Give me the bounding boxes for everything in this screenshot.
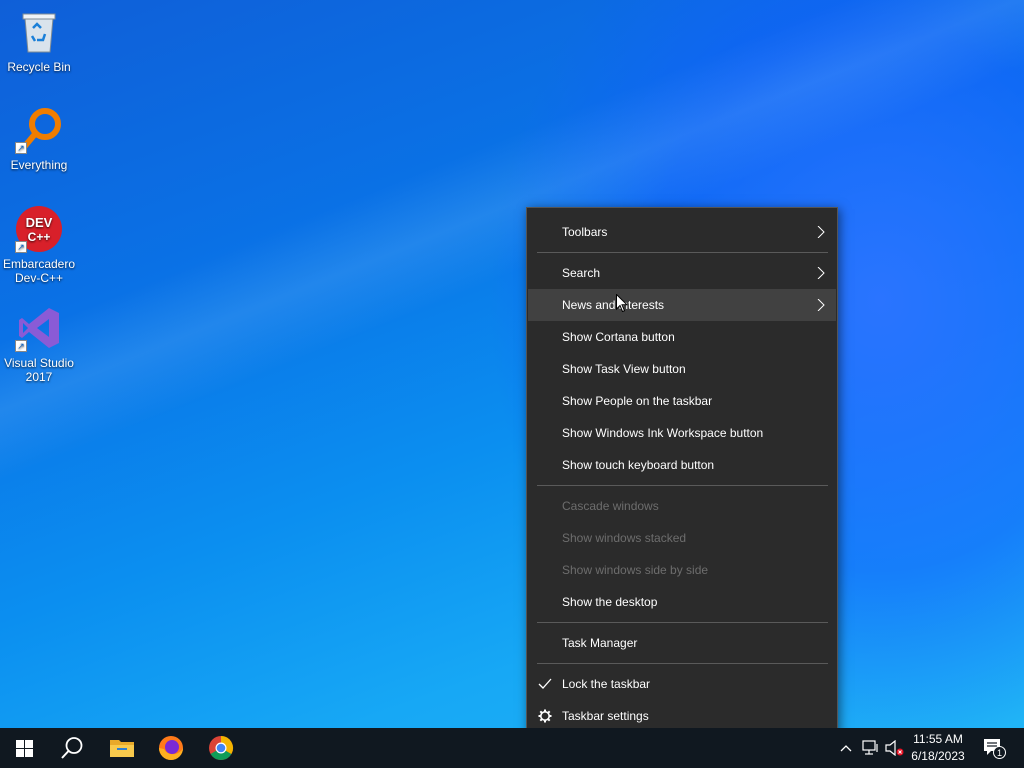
desktop-icon-recycle-bin[interactable]: Recycle Bin — [0, 8, 78, 74]
chrome-button[interactable] — [197, 728, 245, 768]
menu-item-show-people[interactable]: Show People on the taskbar — [528, 385, 836, 417]
chrome-icon — [209, 736, 234, 761]
menu-item-label: Task Manager — [562, 636, 638, 650]
menu-item-show-windows-side-by-side: Show windows side by side — [528, 554, 836, 586]
recycle-bin-icon — [15, 8, 63, 56]
menu-item-label: Show Windows Ink Workspace button — [562, 426, 764, 440]
menu-item-label: Show Task View button — [562, 362, 686, 376]
shortcut-arrow-icon: ↗ — [15, 142, 27, 154]
menu-separator — [537, 622, 828, 623]
chevron-right-icon — [817, 267, 825, 279]
taskbar-context-menu: Toolbars Search News and interests Show … — [526, 207, 838, 741]
desktop-icon-label: Visual Studio 2017 — [4, 356, 74, 384]
menu-item-task-manager[interactable]: Task Manager — [528, 627, 836, 659]
svg-text:C++: C++ — [28, 230, 51, 244]
shortcut-arrow-icon: ↗ — [15, 241, 27, 253]
menu-separator — [537, 485, 828, 486]
menu-item-label: News and interests — [562, 298, 665, 312]
menu-item-label: Show windows stacked — [562, 531, 687, 545]
clock-date: 6/18/2023 — [911, 749, 965, 763]
search-icon — [61, 737, 83, 759]
menu-item-show-the-desktop[interactable]: Show the desktop — [528, 586, 836, 618]
menu-item-lock-the-taskbar[interactable]: Lock the taskbar — [528, 668, 836, 700]
start-button[interactable] — [0, 728, 48, 768]
clock[interactable]: 11:55 AM 6/18/2023 — [900, 731, 976, 765]
visual-studio-icon: ↗ — [15, 304, 63, 352]
mouse-cursor-icon — [616, 294, 628, 313]
desktop-icon-label: Everything — [10, 158, 68, 172]
desktop-icon-label: Embarcadero Dev-C++ — [2, 257, 76, 285]
menu-item-label: Show touch keyboard button — [562, 458, 715, 472]
desktop-icon-everything[interactable]: ↗ Everything — [0, 106, 78, 172]
shortcut-arrow-icon: ↗ — [15, 340, 27, 352]
chevron-right-icon — [817, 299, 825, 311]
menu-item-show-task-view-button[interactable]: Show Task View button — [528, 353, 836, 385]
menu-item-label: Lock the taskbar — [562, 677, 651, 691]
menu-item-label: Cascade windows — [562, 499, 659, 513]
gear-icon — [538, 709, 552, 723]
firefox-button[interactable] — [147, 728, 195, 768]
show-hidden-icons-button[interactable] — [836, 728, 856, 768]
devcpp-icon: DEV C++ ↗ — [15, 205, 63, 253]
menu-item-show-windows-stacked: Show windows stacked — [528, 522, 836, 554]
menu-separator — [537, 663, 828, 664]
everything-search-icon: ↗ — [15, 106, 63, 154]
file-explorer-button[interactable] — [98, 728, 146, 768]
search-button[interactable] — [48, 728, 96, 768]
menu-item-label: Search — [562, 266, 601, 280]
menu-item-cascade-windows: Cascade windows — [528, 490, 836, 522]
checkmark-icon — [538, 678, 552, 689]
menu-item-label: Show the desktop — [562, 595, 658, 609]
start-icon — [15, 739, 33, 757]
menu-item-label: Taskbar settings — [562, 709, 649, 723]
menu-item-news-and-interests[interactable]: News and interests — [528, 289, 836, 321]
menu-separator — [537, 252, 828, 253]
notification-icon: 1 — [984, 739, 1006, 759]
desktop-icon-visual-studio[interactable]: ↗ Visual Studio 2017 — [0, 304, 78, 384]
clock-time: 11:55 AM — [913, 732, 963, 746]
menu-item-toolbars[interactable]: Toolbars — [528, 216, 836, 248]
network-icon — [862, 740, 878, 755]
desktop-icon-label: Recycle Bin — [7, 60, 71, 74]
chevron-up-icon — [840, 745, 852, 752]
firefox-icon — [159, 736, 183, 760]
menu-item-show-touch-keyboard[interactable]: Show touch keyboard button — [528, 449, 836, 481]
chevron-right-icon — [817, 226, 825, 238]
menu-item-label: Show People on the taskbar — [562, 394, 713, 408]
menu-item-search[interactable]: Search — [528, 257, 836, 289]
action-center-button[interactable]: 1 — [978, 728, 1010, 768]
desktop-icon-devcpp[interactable]: DEV C++ ↗ Embarcadero Dev-C++ — [0, 205, 78, 285]
network-button[interactable] — [860, 728, 882, 768]
file-explorer-icon — [110, 740, 134, 757]
taskbar[interactable]: 11:55 AM 6/18/2023 1 — [0, 728, 1024, 768]
menu-item-show-ink-workspace[interactable]: Show Windows Ink Workspace button — [528, 417, 836, 449]
svg-text:DEV: DEV — [26, 215, 53, 230]
menu-item-show-cortana-button[interactable]: Show Cortana button — [528, 321, 836, 353]
notification-count-badge: 1 — [997, 748, 1002, 758]
menu-item-label: Show windows side by side — [562, 563, 709, 577]
wallpaper-light-beam — [0, 0, 1024, 728]
menu-item-label: Show Cortana button — [562, 330, 675, 344]
menu-item-label: Toolbars — [562, 225, 608, 239]
